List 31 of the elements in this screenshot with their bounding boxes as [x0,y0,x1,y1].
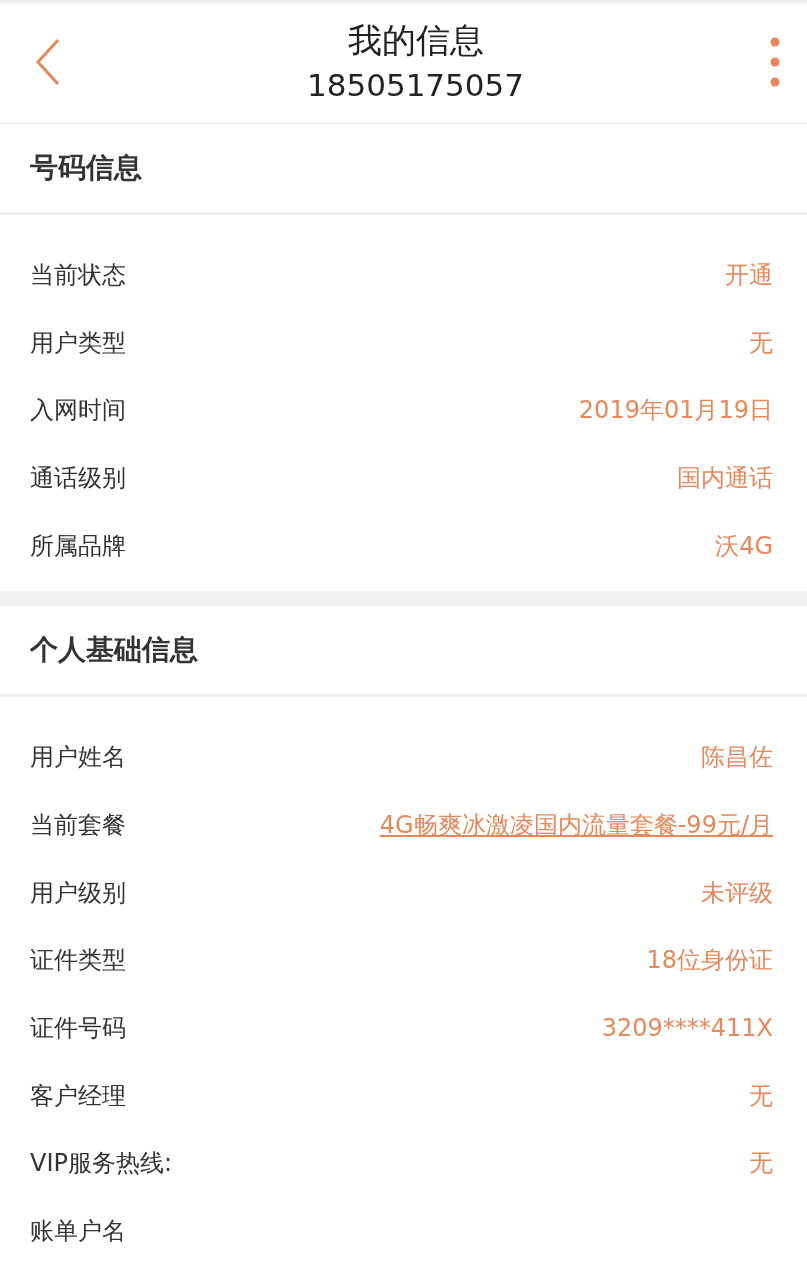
section-title: 号码信息 [30,150,142,186]
field-value: 18位身份证 [646,945,773,977]
field-value: 沃4G [715,530,773,562]
field-label: 用户级别 [30,877,126,909]
field-value: 无 [749,1080,773,1112]
field-label: 客户经理 [30,1080,126,1112]
field-label: 用户类型 [30,327,126,359]
page-title: 我的信息 [347,18,484,62]
field-label: 当前套餐 [30,809,126,841]
field-label: 账单户名 [30,1216,126,1248]
field-label: VIP服务热线: [30,1148,173,1180]
back-icon[interactable] [34,36,62,87]
field-value: 无 [749,1148,773,1180]
plan-link[interactable]: 4G畅爽冰激凌国内流量套餐-99元/月 [379,808,773,841]
section-title: 个人基础信息 [30,632,198,669]
field-label: 入网时间 [30,395,126,427]
field-value: 3209****411X [601,1014,773,1043]
field-label: 当前状态 [30,259,126,291]
field-label: 证件号码 [30,1013,126,1045]
field-value: 未评级 [701,877,773,909]
field-label: 通话级别 [30,462,126,494]
field-value: 国内通话 [677,462,773,494]
field-value: 2019年01月19日 [578,395,773,427]
field-label: 所属品牌 [30,530,126,562]
field-value: 开通 [725,259,773,291]
field-value: 无 [749,327,773,359]
more-icon[interactable] [769,36,781,87]
field-value: 陈昌佐 [701,742,773,774]
field-label: 用户姓名 [30,742,126,774]
phone-number: 18505175057 [307,65,524,105]
field-label: 证件类型 [30,945,126,977]
